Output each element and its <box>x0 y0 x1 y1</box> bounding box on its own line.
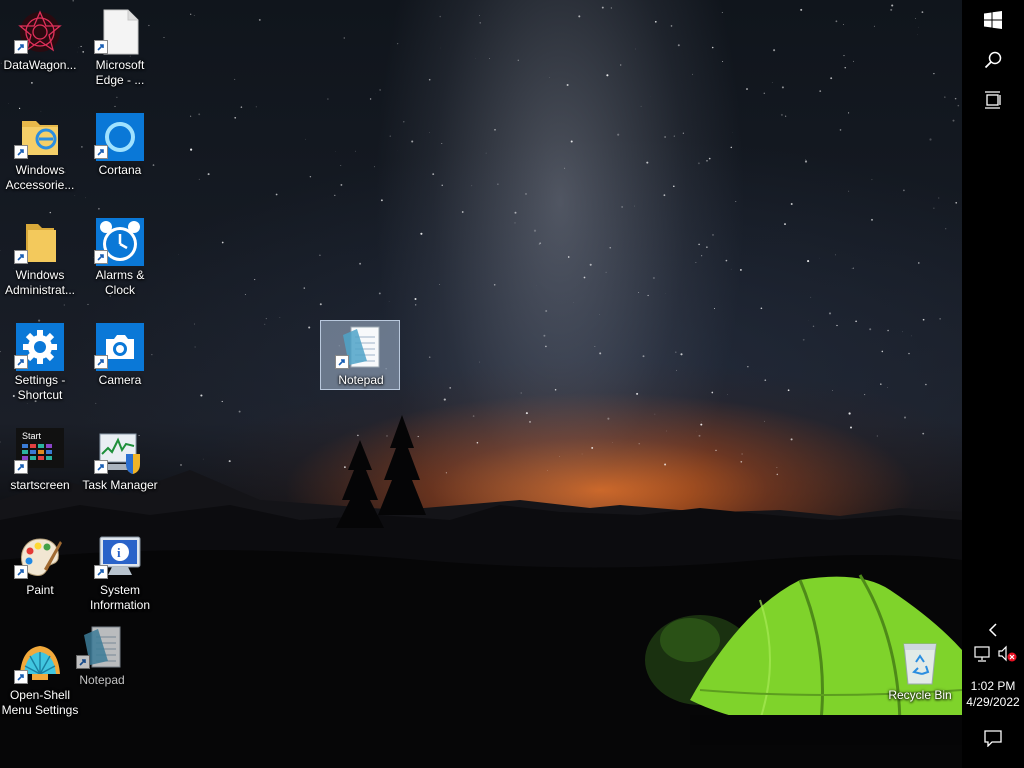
icon-label: System Information <box>89 583 151 612</box>
clock-time: 1:02 PM <box>970 679 1016 693</box>
icon-label: Notepad <box>79 673 125 687</box>
icon-label: Cortana <box>98 163 142 177</box>
desktop-icon-startscreen[interactable]: Start startscreen <box>0 420 80 512</box>
volume-muted-icon <box>998 645 1017 662</box>
icon-label: Notepad <box>338 373 384 387</box>
network-icon <box>974 646 990 662</box>
desktop-icon-notepad-drag-ghost[interactable]: Notepad <box>62 615 142 707</box>
shortcut-arrow-icon <box>14 355 28 369</box>
icon-label: Settings - Shortcut <box>14 373 66 402</box>
shortcut-arrow-icon <box>14 565 28 579</box>
show-hidden-icons-button[interactable] <box>962 610 1024 650</box>
shortcut-arrow-icon <box>94 145 108 159</box>
desktop-icon-system-information[interactable]: i System Information <box>80 525 160 617</box>
clock-date: 4/29/2022 <box>966 695 1020 709</box>
shortcut-arrow-icon <box>94 565 108 579</box>
icon-label: Camera <box>98 373 142 387</box>
recycle-bin-icon <box>903 643 937 685</box>
taskbar: 1:02 PM 4/29/2022 <box>962 0 1024 768</box>
action-center-button[interactable] <box>962 718 1024 758</box>
action-center-icon <box>984 730 1002 747</box>
start-button[interactable] <box>962 0 1024 40</box>
shortcut-arrow-icon <box>76 655 90 669</box>
network-button[interactable] <box>974 645 994 663</box>
icon-label: startscreen <box>10 478 70 492</box>
shortcut-arrow-icon <box>14 250 28 264</box>
desktop-icon-microsoft-edge[interactable]: Microsoft Edge - ... <box>80 0 160 92</box>
start-icon <box>984 11 1002 29</box>
icon-label: Windows Administrat... <box>4 268 76 297</box>
desktop-icon-datawagon[interactable]: DataWagon... <box>0 0 80 92</box>
shortcut-arrow-icon <box>94 355 108 369</box>
shortcut-arrow-icon <box>94 40 108 54</box>
desktop-icon-camera[interactable]: Camera <box>80 315 160 407</box>
shortcut-arrow-icon <box>94 460 108 474</box>
shortcut-arrow-icon <box>94 250 108 264</box>
chevron-left-icon <box>988 623 997 637</box>
task-view-icon <box>985 91 1001 109</box>
desktop-icon-settings[interactable]: Settings - Shortcut <box>0 315 80 407</box>
shortcut-arrow-icon <box>14 460 28 474</box>
icon-label: Task Manager <box>82 478 158 492</box>
icon-label: DataWagon... <box>3 58 77 72</box>
icon-label: Microsoft Edge - ... <box>95 58 145 87</box>
shortcut-arrow-icon <box>14 670 28 684</box>
search-button[interactable] <box>962 40 1024 80</box>
desktop-icon-paint[interactable]: Paint <box>0 525 80 617</box>
desktop-icon-task-manager[interactable]: Task Manager <box>80 420 160 512</box>
svg-text:i: i <box>117 545 121 560</box>
search-icon <box>984 51 1002 69</box>
desktop-icon-recycle-bin[interactable]: Recycle Bin <box>880 630 960 722</box>
volume-button[interactable] <box>998 645 1018 663</box>
clock[interactable]: 1:02 PM 4/29/2022 <box>962 678 1024 710</box>
desktop-icon-alarms-clock[interactable]: Alarms & Clock <box>80 210 160 302</box>
icon-label: Paint <box>26 583 54 597</box>
icon-label: Alarms & Clock <box>95 268 145 297</box>
startscreen-badge-text: Start <box>22 431 42 441</box>
desktop-icon-windows-administrative[interactable]: Windows Administrat... <box>0 210 80 302</box>
desktop-icon-windows-accessories[interactable]: Windows Accessorie... <box>0 105 80 197</box>
shortcut-arrow-icon <box>335 355 349 369</box>
shortcut-arrow-icon <box>14 40 28 54</box>
task-view-button[interactable] <box>962 80 1024 120</box>
desktop-icon-cortana[interactable]: Cortana <box>80 105 160 197</box>
shortcut-arrow-icon <box>14 145 28 159</box>
desktop-icon-notepad-selected[interactable]: Notepad <box>320 320 400 390</box>
icon-label: Recycle Bin <box>888 688 952 702</box>
icon-label: Windows Accessorie... <box>5 163 75 192</box>
